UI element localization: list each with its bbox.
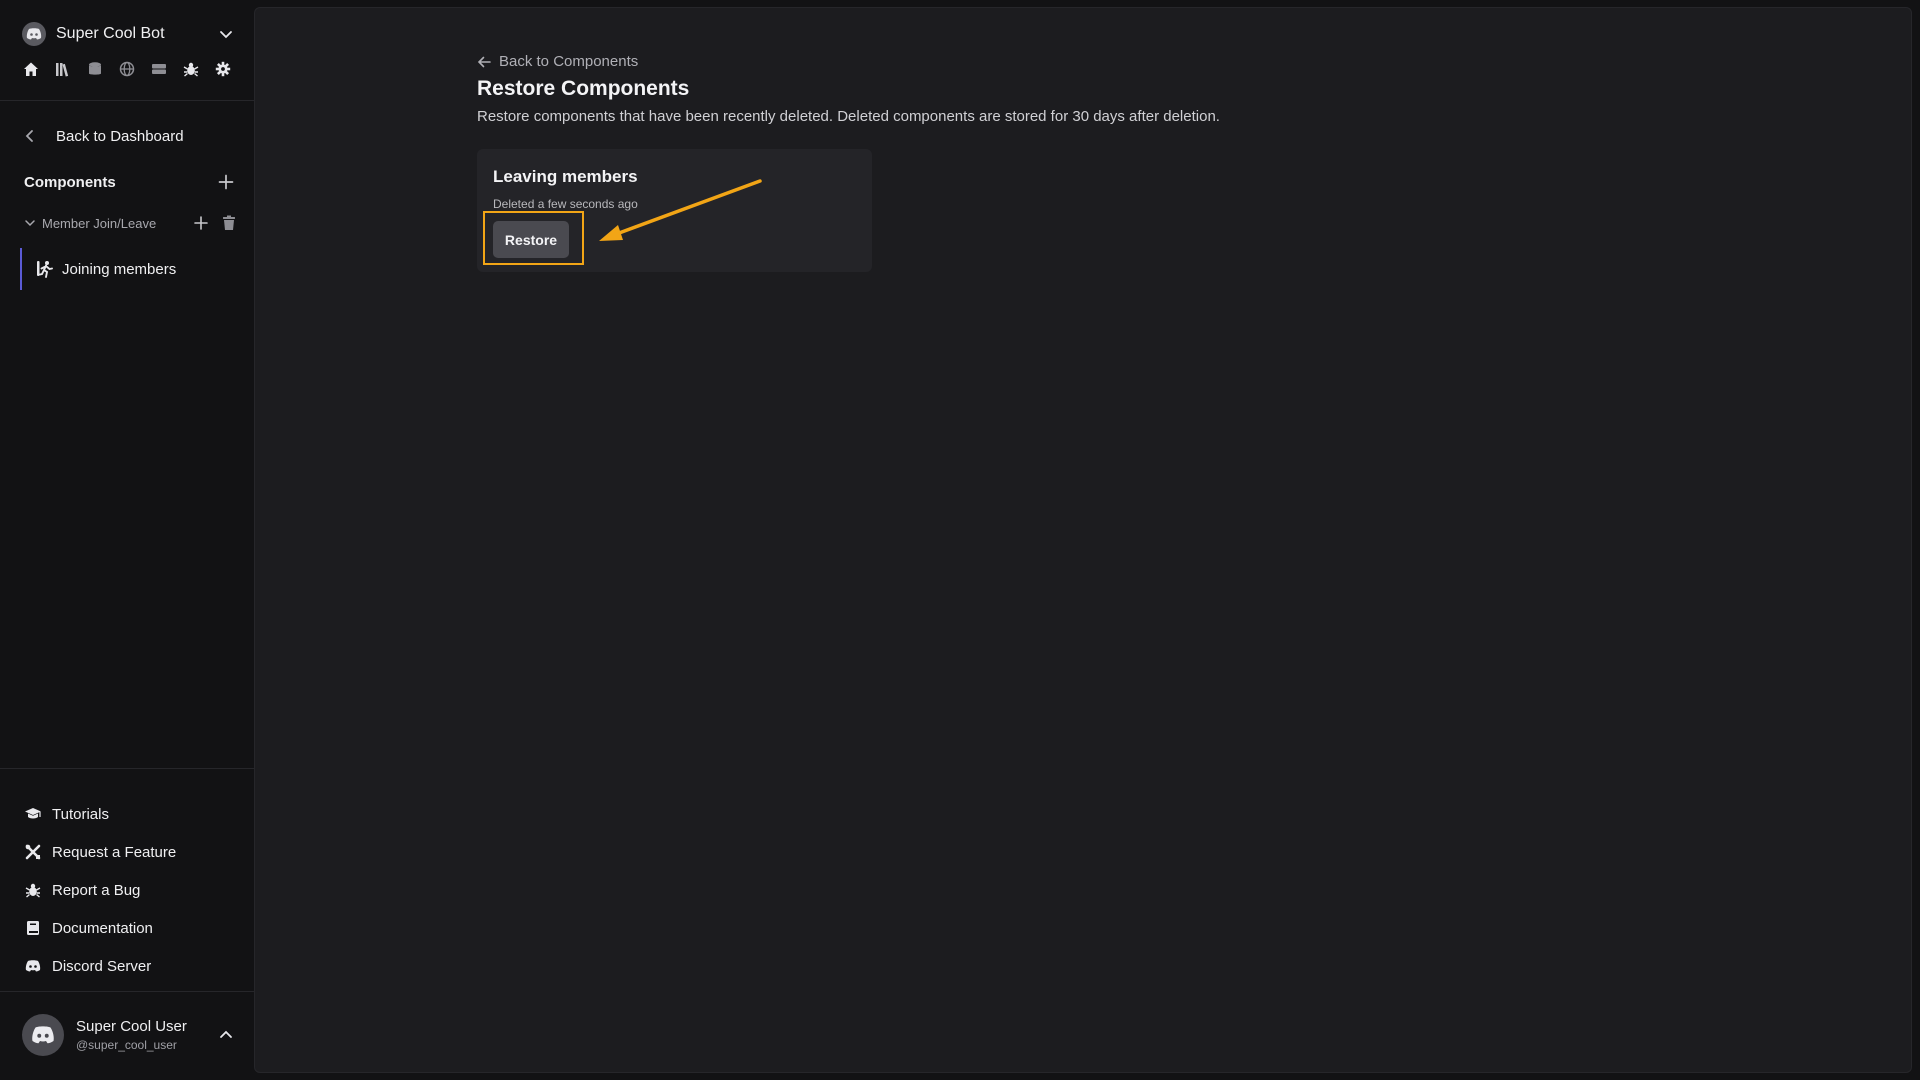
nav-label: Discord Server [52, 957, 152, 975]
bot-selector[interactable]: Super Cool Bot [22, 22, 234, 46]
quick-nav [22, 60, 232, 78]
avatar [22, 1014, 64, 1056]
library-icon[interactable] [54, 60, 72, 78]
sidebar: Super Cool Bot Back to Dashboard Compone… [0, 0, 254, 1080]
divider [0, 768, 254, 769]
nav-label: Documentation [52, 919, 153, 937]
bot-avatar [22, 22, 46, 46]
gear-icon[interactable] [214, 60, 232, 78]
chevron-up-icon[interactable] [218, 1027, 234, 1043]
chevron-down-icon[interactable] [218, 26, 234, 42]
back-to-components-label: Back to Components [499, 53, 639, 70]
divider [0, 991, 254, 992]
globe-icon[interactable] [118, 60, 136, 78]
back-to-components-link[interactable]: Back to Components [477, 53, 638, 70]
add-icon[interactable] [194, 216, 208, 230]
database-icon[interactable] [86, 60, 104, 78]
main-panel: Back to Components Restore Components Re… [254, 7, 1912, 1073]
discord-icon [26, 28, 42, 40]
discord-icon [32, 1026, 54, 1044]
running-person-icon [37, 261, 53, 278]
page-title: Restore Components [477, 77, 690, 100]
user-handle: @super_cool_user [76, 1038, 177, 1052]
nav-label: Request a Feature [52, 843, 177, 861]
arrow-left-icon [477, 56, 491, 67]
nav-tutorials[interactable]: Tutorials [24, 795, 176, 833]
nav-label: Report a Bug [52, 881, 141, 899]
user-name: Super Cool User [76, 1018, 187, 1035]
sidebar-item-label: Joining members [62, 260, 177, 278]
components-header: Components [24, 170, 234, 194]
add-component-icon[interactable] [218, 174, 234, 190]
user-menu[interactable]: Super Cool User @super_cool_user [22, 1013, 234, 1057]
discord-icon [24, 957, 42, 975]
component-group[interactable]: Member Join/Leave [24, 212, 236, 234]
bug-icon[interactable] [182, 60, 200, 78]
sidebar-item-joining-members[interactable]: Joining members [20, 248, 234, 290]
divider [0, 100, 254, 101]
chevron-down-icon[interactable] [24, 217, 36, 229]
book-icon [24, 919, 42, 937]
page-description: Restore components that have been recent… [477, 108, 1220, 125]
bug-icon [24, 881, 42, 899]
tools-icon [24, 843, 42, 861]
nav-documentation[interactable]: Documentation [24, 909, 176, 947]
nav-discord-server[interactable]: Discord Server [24, 947, 176, 985]
user-info: Super Cool User @super_cool_user [76, 1018, 218, 1052]
trash-icon[interactable] [222, 215, 236, 231]
components-heading: Components [24, 173, 116, 191]
deleted-component-name: Leaving members [493, 167, 638, 186]
deleted-component-card: Leaving members Deleted a few seconds ag… [477, 149, 872, 272]
restore-button[interactable]: Restore [493, 221, 569, 258]
server-icon[interactable] [150, 60, 168, 78]
deleted-timestamp: Deleted a few seconds ago [493, 197, 638, 211]
nav-label: Tutorials [52, 805, 109, 823]
component-group-label: Member Join/Leave [42, 215, 157, 231]
back-to-dashboard-link[interactable]: Back to Dashboard [24, 124, 184, 148]
back-to-dashboard-label: Back to Dashboard [56, 127, 184, 145]
graduation-cap-icon [24, 805, 42, 823]
chevron-left-icon [25, 130, 33, 142]
nav-report-bug[interactable]: Report a Bug [24, 871, 176, 909]
nav-request-feature[interactable]: Request a Feature [24, 833, 176, 871]
bot-name: Super Cool Bot [56, 25, 165, 42]
bottom-nav: Tutorials Request a Feature Report a Bug… [24, 795, 176, 985]
home-icon[interactable] [22, 60, 40, 78]
